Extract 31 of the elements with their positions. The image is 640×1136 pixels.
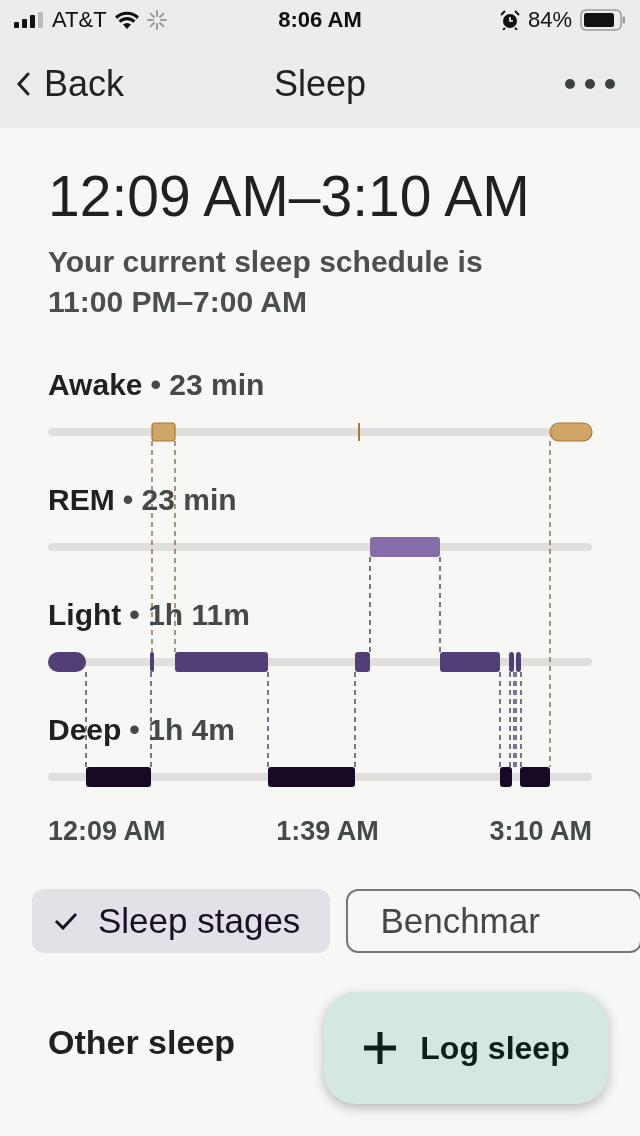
chevron-left-icon (16, 72, 30, 96)
spinner-icon (146, 10, 167, 30)
stage-duration: • 23 min (150, 367, 265, 403)
sleep-time-range: 12:09 AM–3:10 AM (48, 164, 531, 228)
carrier-name: AT&T (52, 7, 107, 33)
stage-duration: • 1h 4m (129, 712, 235, 748)
checkmark-icon (54, 912, 78, 930)
stage-name: Awake (48, 367, 143, 403)
time-axis-label: 3:10 AM (489, 816, 592, 847)
stage-duration: • 23 min (122, 482, 237, 518)
time-axis-label: 12:09 AM (48, 816, 166, 847)
schedule-text: Your current sleep schedule is 11:00 PM–7:00 AM (48, 244, 484, 320)
wifi-icon (114, 11, 139, 29)
stage-name: Light (48, 597, 122, 633)
screen-title: Sleep (273, 63, 367, 105)
alarm-icon (499, 10, 520, 30)
stage-duration: • 1h 11m (129, 597, 250, 633)
log-sleep-button[interactable]: Log sleep (324, 992, 608, 1104)
section-title: Other sleep (48, 1023, 236, 1062)
time-axis-label: 1:39 AM (276, 816, 379, 847)
plus-icon (362, 1030, 399, 1066)
filter-chip[interactable]: Benchmar (346, 889, 640, 953)
battery-icon (580, 9, 626, 31)
filter-chip[interactable]: Sleep stages (32, 889, 331, 953)
battery-percent: 84% (527, 7, 572, 33)
back-button[interactable]: Back (16, 63, 125, 105)
stage-name: REM (48, 482, 115, 518)
signal-icon (14, 12, 44, 28)
clock-time: 8:06 AM (278, 7, 362, 33)
stage-name: Deep (48, 712, 122, 748)
more-icon (564, 78, 616, 90)
